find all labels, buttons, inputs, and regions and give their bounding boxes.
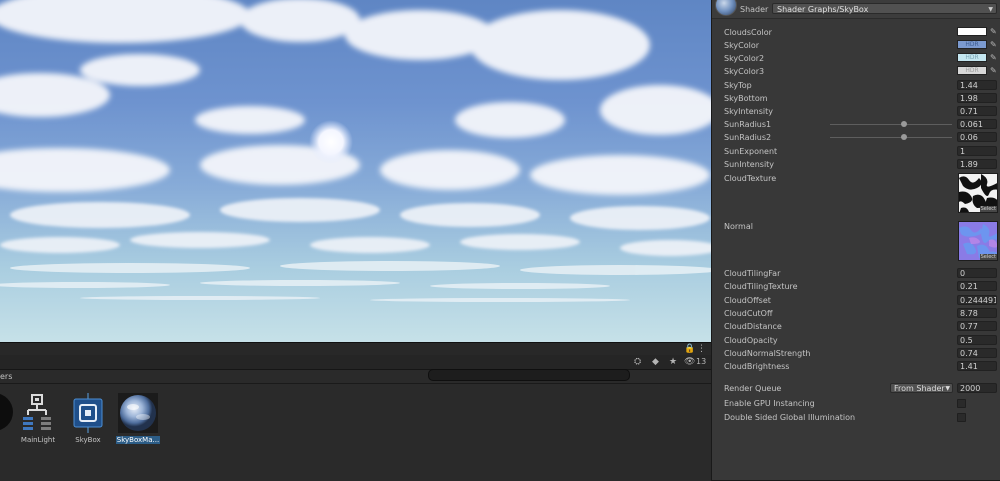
sun-radius2-slider-track[interactable] [830,137,952,138]
chevron-down-icon: ▼ [945,385,950,392]
filter-by-label-icon[interactable]: ◆ [652,357,659,367]
shader-label: Shader [740,5,769,14]
double-sided-gi-label: Double Sided Global Illumination [724,413,856,422]
double-sided-gi-checkbox[interactable] [957,413,966,422]
more-options-icon[interactable]: ⋮ [697,344,706,354]
cloud-cutoff-field[interactable]: 8.78 [957,308,997,318]
cloud-texture-slot[interactable]: Select [958,173,998,213]
sky-color2-swatch[interactable]: HDR [957,53,987,62]
property-label-clouds-color: CloudsColor [724,28,772,37]
property-label-sun-radius1: SunRadius1 [724,120,772,129]
shader-row: Shader Shader Graphs/SkyBox ▼ [712,0,1000,19]
property-label-cloud-distance: CloudDistance [724,322,782,331]
sky-intensity-field[interactable]: 0.71 [957,106,997,116]
cloud-brightness-field[interactable]: 1.41 [957,361,997,371]
sun-radius1-slider-handle[interactable] [901,121,907,127]
property-label-sun-radius2: SunRadius2 [724,133,772,142]
visibility-eye-icon[interactable]: 👁 [684,357,695,367]
cloud-normal-strength-field[interactable]: 0.74 [957,348,997,358]
sun-radius1-field[interactable]: 0.061 [957,119,997,129]
clouds-color-swatch[interactable] [957,27,987,36]
property-label-sky-color2: SkyColor2 [724,54,765,63]
cloud-opacity-field[interactable]: 0.5 [957,335,997,345]
property-label-cloud-texture: CloudTexture [724,174,777,183]
render-queue-field[interactable]: 2000 [957,383,997,393]
sun-radius2-slider-handle[interactable] [901,134,907,140]
asset-item-skybox-material[interactable]: SkyBoxMa... [114,393,162,444]
property-label-cloud-brightness: CloudBrightness [724,362,790,371]
breadcrumb[interactable]: ers [0,372,12,381]
property-label-sky-bottom: SkyBottom [724,94,768,103]
light-prefab-icon [18,393,58,433]
project-panel: 🔒 ⋮ ⛭ ◆ ★ 👁 13 ers MainLight SkyBox SkyB… [0,342,711,481]
asset-item-mainlight[interactable]: MainLight [14,393,62,444]
texture-select-button[interactable]: Select [979,254,997,260]
gpu-instancing-checkbox[interactable] [957,399,966,408]
property-label-cloud-cutoff: CloudCutOff [724,309,773,318]
property-label-sun-intensity: SunIntensity [724,160,775,169]
property-label-sky-color: SkyColor [724,41,760,50]
inspector-panel: Shader Shader Graphs/SkyBox ▼ CloudsColo… [711,0,1000,480]
property-label-sun-exponent: SunExponent [724,147,778,156]
render-queue-dropdown[interactable]: From Shader ▼ [890,383,953,393]
property-label-cloud-normal-strength: CloudNormalStrength [724,349,811,358]
search-input[interactable] [428,369,630,381]
property-label-cloud-offset: CloudOffset [724,296,771,305]
lock-icon[interactable]: 🔒 [684,344,695,354]
property-label-cloud-opacity: CloudOpacity [724,336,778,345]
sun-intensity-field[interactable]: 1.89 [957,159,997,169]
gpu-instancing-label: Enable GPU Instancing [724,399,815,408]
sun-radius1-slider-track[interactable] [830,124,952,125]
normal-texture-slot[interactable]: Select [958,221,998,261]
material-preview-icon [715,0,737,16]
sun-radius2-field[interactable]: 0.06 [957,132,997,142]
sun-disc [309,120,353,164]
property-label-cloud-tiling-far: CloudTilingFar [724,269,781,278]
sun-exponent-field[interactable]: 1 [957,146,997,156]
property-label-sky-top: SkyTop [724,81,752,90]
hdr-badge: HDR [965,54,979,61]
filter-by-type-icon[interactable]: ⛭ [634,357,641,367]
scene-view[interactable] [0,0,711,342]
asset-item-skybox-shader[interactable]: SkyBox [64,393,112,444]
material-sphere-icon [118,393,158,433]
render-queue-mode: From Shader [894,384,945,393]
sky-color3-swatch[interactable]: HDR [957,66,987,75]
property-label-cloud-tiling-texture: CloudTilingTexture [724,282,798,291]
asset-thumbnail [0,393,13,431]
skybox-render [0,0,711,302]
property-label-sky-intensity: SkyIntensity [724,107,773,116]
texture-select-button[interactable]: Select [979,206,997,212]
asset-label: SkyBox [75,436,101,444]
hdr-badge: HDR [965,41,979,48]
eyedropper-icon[interactable]: ✎ [990,40,998,49]
cloud-offset-field[interactable]: 0.244491 [957,295,997,305]
asset-label: SkyBoxMa... [115,436,161,444]
eyedropper-icon[interactable]: ✎ [990,27,998,36]
visible-count: 13 [696,357,707,366]
shader-dropdown-value: Shader Graphs/SkyBox [777,5,869,14]
favorite-star-icon[interactable]: ★ [669,357,677,367]
property-label-normal: Normal [724,222,753,231]
render-queue-label: Render Queue [724,384,782,393]
property-label-sky-color3: SkyColor3 [724,67,765,76]
asset-label: MainLight [20,436,56,444]
project-window-header: 🔒 ⋮ [0,343,711,355]
sky-bottom-field[interactable]: 1.98 [957,93,997,103]
cloud-distance-field[interactable]: 0.77 [957,321,997,331]
eyedropper-icon[interactable]: ✎ [990,66,998,75]
sky-top-field[interactable]: 1.44 [957,80,997,90]
eyedropper-icon[interactable]: ✎ [990,53,998,62]
hdr-badge: HDR [965,67,979,74]
cloud-tiling-far-field[interactable]: 0 [957,268,997,278]
chevron-down-icon: ▼ [988,6,993,13]
shader-graph-icon [68,393,108,433]
divider [0,383,711,384]
cloud-tiling-texture-field[interactable]: 0.21 [957,281,997,291]
shader-dropdown[interactable]: Shader Graphs/SkyBox ▼ [772,3,997,14]
project-toolbar: ⛭ ◆ ★ 👁 13 [0,355,711,381]
sky-color-swatch[interactable]: HDR [957,40,987,49]
